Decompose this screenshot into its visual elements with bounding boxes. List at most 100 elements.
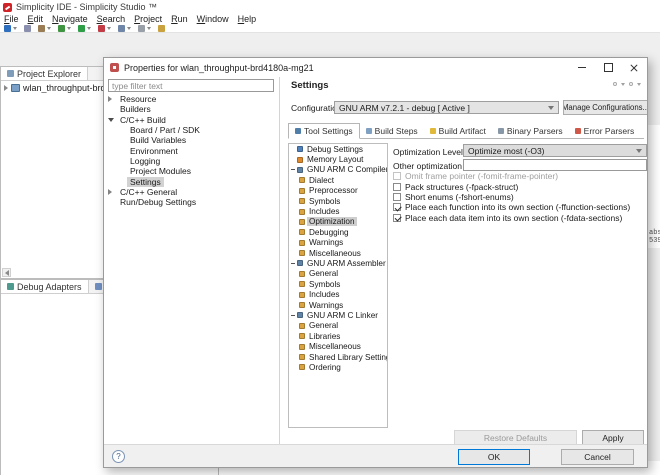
dropdown-arrow-icon[interactable]: [127, 27, 131, 30]
tool-tree-memory-layout[interactable]: Memory Layout: [289, 154, 387, 164]
tab-binary-parsers[interactable]: Binary Parsers: [492, 123, 569, 139]
toolbar-build-hammer-icon[interactable]: [38, 25, 51, 32]
back-history-icon[interactable]: [613, 82, 617, 86]
nav-environment[interactable]: Environment: [104, 145, 279, 155]
menu-project[interactable]: Project: [134, 14, 162, 24]
tool-tree-general[interactable]: General: [289, 269, 387, 279]
dropdown-arrow-icon[interactable]: [47, 27, 51, 30]
nav-run-debug-settings[interactable]: Run/Debug Settings: [104, 197, 279, 207]
tool-tree-gnu-arm-assembler[interactable]: GNU ARM Assembler: [289, 258, 387, 268]
tool-tree-gnu-arm-c-compiler[interactable]: GNU ARM C Compiler: [289, 165, 387, 175]
apply-button[interactable]: Apply: [582, 430, 644, 444]
nav-build-variables[interactable]: Build Variables: [104, 135, 279, 145]
menu-edit[interactable]: Edit: [28, 14, 44, 24]
tab-tool-settings[interactable]: Tool Settings: [288, 123, 360, 139]
tool-tree-debugging[interactable]: Debugging: [289, 227, 387, 237]
tool-tree-ordering[interactable]: Ordering: [289, 362, 387, 372]
tool-tree-miscellaneous[interactable]: Miscellaneous: [289, 341, 387, 351]
expand-arrow-icon[interactable]: [4, 85, 8, 91]
tool-tree-dialect[interactable]: Dialect: [289, 175, 387, 185]
menu-run[interactable]: Run: [171, 14, 188, 24]
tool-tree-includes[interactable]: Includes: [289, 206, 387, 216]
checked-checkbox-icon[interactable]: [393, 203, 401, 211]
dropdown-arrow-icon[interactable]: [147, 27, 151, 30]
tool-tree-shared-library-settings[interactable]: Shared Library Settings: [289, 352, 387, 362]
back-dropdown-icon[interactable]: [621, 83, 625, 86]
unchecked-checkbox-icon[interactable]: [393, 193, 401, 201]
nav-c-c-general[interactable]: C/C++ General: [104, 187, 279, 197]
toolbar-flash-program-icon[interactable]: [98, 25, 111, 32]
toolbar-save-icon[interactable]: [24, 25, 31, 32]
dialog-titlebar[interactable]: Properties for wlan_throughput-brd4180a-…: [104, 58, 647, 77]
dropdown-arrow-icon[interactable]: [107, 27, 111, 30]
toolbar-new-wizard-icon[interactable]: [4, 25, 17, 32]
horizontal-scroll-left-icon[interactable]: [2, 268, 11, 277]
nav-resource[interactable]: Resource: [104, 94, 279, 104]
menu-navigate[interactable]: Navigate: [52, 14, 88, 24]
close-icon[interactable]: [621, 58, 647, 77]
tool-tree-label: GNU ARM C Compiler: [305, 165, 387, 174]
optimization-level-combo[interactable]: Optimize most (-O3): [463, 144, 647, 157]
dropdown-arrow-icon[interactable]: [67, 27, 71, 30]
nav-settings[interactable]: Settings: [104, 176, 279, 186]
ok-button[interactable]: OK: [458, 449, 530, 465]
tab-debug-adapters[interactable]: Debug Adapters: [1, 280, 89, 293]
nav-c-c-build[interactable]: C/C++ Build: [104, 115, 279, 125]
menu-search[interactable]: Search: [97, 14, 126, 24]
expander-icon[interactable]: [108, 189, 117, 195]
other-flags-input[interactable]: [463, 159, 647, 171]
expander-icon[interactable]: [108, 118, 117, 122]
toolbar-debug-bug-icon[interactable]: [58, 25, 71, 32]
maximize-icon[interactable]: [595, 58, 621, 77]
filter-input[interactable]: [108, 79, 274, 92]
tool-tree-warnings[interactable]: Warnings: [289, 300, 387, 310]
tool-tree-debug-settings[interactable]: Debug Settings: [289, 144, 387, 154]
nav-logging[interactable]: Logging: [104, 156, 279, 166]
help-button[interactable]: ?: [112, 450, 125, 463]
expander-icon[interactable]: [108, 96, 117, 102]
menu-window[interactable]: Window: [197, 14, 229, 24]
minimize-icon[interactable]: [569, 58, 595, 77]
background-editor-sliver: absV 5395: [646, 125, 660, 248]
checkbox-place-each-data-item-into-its-own-section[interactable]: Place each data item into its own sectio…: [393, 213, 644, 223]
toolbar-external-tools-icon[interactable]: [158, 25, 165, 32]
tool-tree-symbols[interactable]: Symbols: [289, 279, 387, 289]
tool-tree-miscellaneous[interactable]: Miscellaneous: [289, 248, 387, 258]
tab-error-parsers[interactable]: Error Parsers: [569, 123, 641, 139]
tool-tree-warnings[interactable]: Warnings: [289, 238, 387, 248]
tab-build-artifact[interactable]: Build Artifact: [424, 123, 492, 139]
forward-history-icon[interactable]: [629, 82, 633, 86]
toolbar-search-icon[interactable]: [118, 25, 131, 32]
toolbar-open-perspective-icon[interactable]: [138, 25, 151, 32]
tool-tree-general[interactable]: General: [289, 321, 387, 331]
tool-tree-libraries[interactable]: Libraries: [289, 331, 387, 341]
manage-configurations-button[interactable]: Manage Configurations...: [563, 100, 647, 115]
tool-tree-preprocessor[interactable]: Preprocessor: [289, 186, 387, 196]
nav-project-modules[interactable]: Project Modules: [104, 166, 279, 176]
configuration-combo[interactable]: GNU ARM v7.2.1 - debug [ Active ]: [334, 101, 559, 114]
tab-build-steps[interactable]: Build Steps: [360, 123, 424, 139]
nav-board-part-sdk[interactable]: Board / Part / SDK: [104, 125, 279, 135]
build-hammer-glyph: [38, 25, 45, 32]
dropdown-arrow-icon[interactable]: [13, 27, 17, 30]
tool-tree-optimization[interactable]: Optimization: [289, 217, 387, 227]
checked-checkbox-icon[interactable]: [393, 214, 401, 222]
tool-icon: [299, 198, 305, 204]
unchecked-checkbox-icon[interactable]: [393, 183, 401, 191]
cancel-button[interactable]: Cancel: [561, 449, 634, 465]
nav-builders[interactable]: Builders: [104, 104, 279, 114]
tool-tree-symbols[interactable]: Symbols: [289, 196, 387, 206]
tool-tree-gnu-arm-c-linker[interactable]: GNU ARM C Linker: [289, 310, 387, 320]
restore-defaults-button[interactable]: Restore Defaults: [454, 430, 577, 444]
tab-project-explorer[interactable]: Project Explorer: [1, 67, 88, 80]
menu-help[interactable]: Help: [238, 14, 257, 24]
forward-dropdown-icon[interactable]: [637, 83, 641, 86]
page-button-row: Restore Defaults Apply: [454, 430, 644, 444]
dropdown-arrow-icon[interactable]: [87, 27, 91, 30]
checkbox-pack-structures[interactable]: Pack structures (-fpack-struct): [393, 181, 644, 191]
checkbox-place-each-function-into-its-own-section[interactable]: Place each function into its own section…: [393, 202, 644, 212]
menu-file[interactable]: File: [4, 14, 19, 24]
checkbox-short-enums[interactable]: Short enums (-fshort-enums): [393, 192, 644, 202]
toolbar-run-play-icon[interactable]: [78, 25, 91, 32]
tool-tree-includes[interactable]: Includes: [289, 289, 387, 299]
